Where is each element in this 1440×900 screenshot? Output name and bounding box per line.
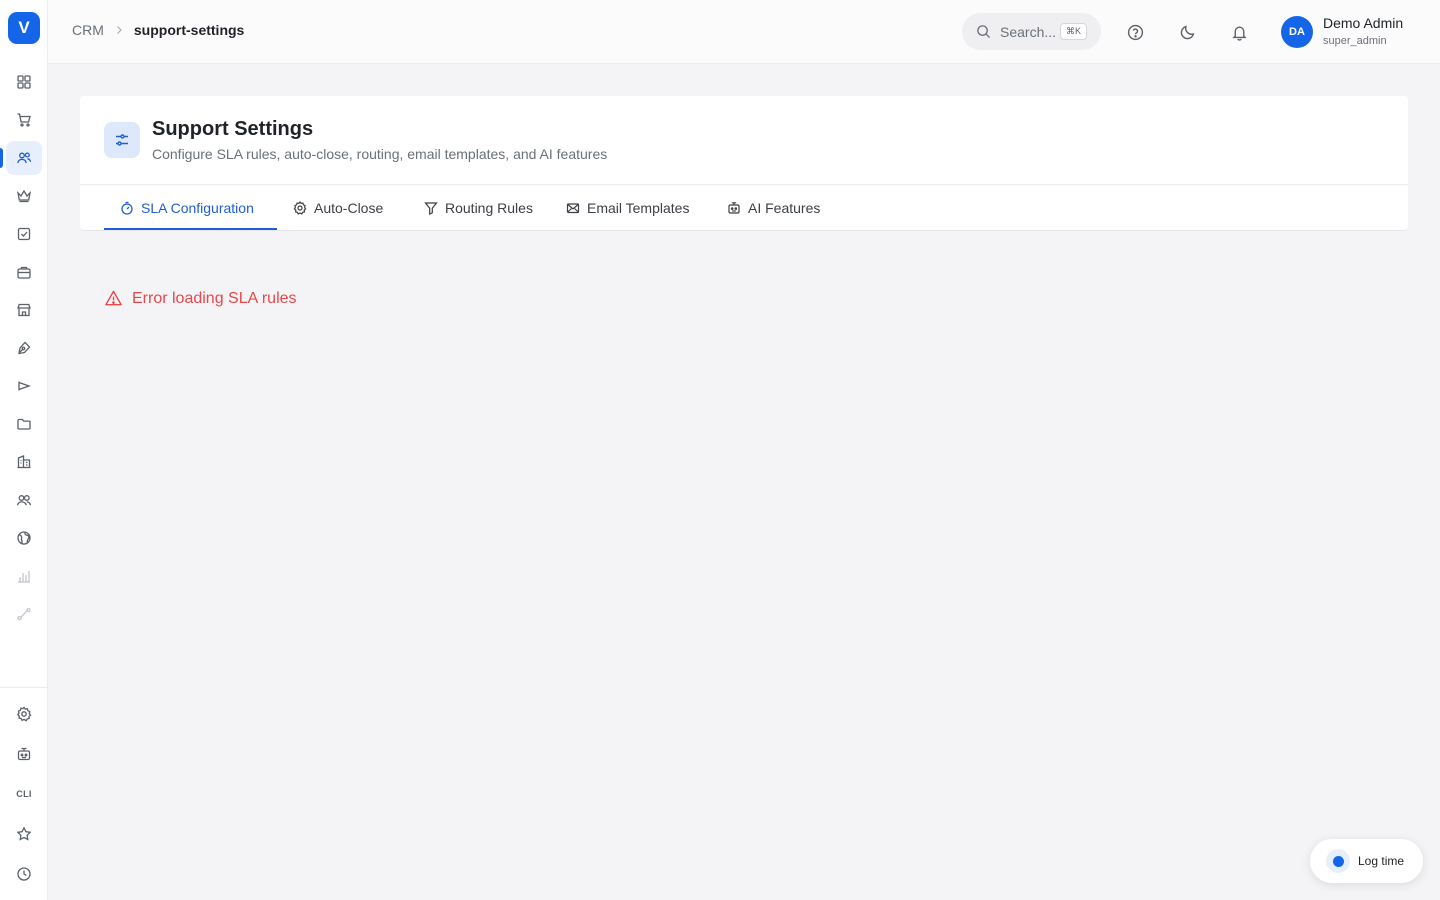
help-button[interactable] bbox=[1123, 20, 1147, 44]
active-indicator bbox=[0, 148, 3, 168]
sidebar-item-workflows[interactable] bbox=[6, 597, 42, 631]
users-icon bbox=[17, 152, 32, 164]
sidebar-item-marketing[interactable] bbox=[6, 369, 42, 403]
sidebar-item-ai-agent[interactable] bbox=[6, 737, 42, 771]
help-icon bbox=[1127, 24, 1143, 40]
bell-icon bbox=[1231, 26, 1247, 41]
top-header: CRM support-settings Search... ⌘K DA Dem… bbox=[48, 0, 1440, 64]
error-text: Error loading SLA rules bbox=[132, 289, 297, 307]
tab-label: Email Templates bbox=[587, 200, 690, 216]
search-icon bbox=[977, 25, 991, 39]
timer-icon bbox=[121, 201, 133, 215]
tab-ai-features[interactable]: AI Features bbox=[711, 185, 836, 231]
route-icon bbox=[17, 607, 31, 621]
notifications-button[interactable] bbox=[1227, 20, 1251, 44]
team-icon bbox=[16, 495, 32, 506]
sidebar-item-cli[interactable]: CLI bbox=[6, 777, 42, 811]
breadcrumb-root[interactable]: CRM bbox=[72, 22, 104, 38]
megaphone-icon bbox=[18, 381, 31, 391]
bot-icon bbox=[17, 747, 31, 761]
error-message: Error loading SLA rules bbox=[104, 289, 297, 308]
pen-tool-icon bbox=[18, 341, 31, 355]
sidebar-item-global[interactable] bbox=[6, 521, 42, 555]
sidebar-item-dashboard[interactable] bbox=[6, 65, 42, 99]
globe-icon bbox=[17, 531, 31, 545]
gear-icon bbox=[293, 201, 307, 215]
sidebar-item-tasks[interactable] bbox=[6, 217, 42, 251]
log-time-label: Log time bbox=[1358, 854, 1405, 868]
sidebar-item-commerce[interactable] bbox=[6, 103, 42, 137]
tab-label: Auto-Close bbox=[314, 200, 384, 216]
sidebar-item-jobs[interactable] bbox=[6, 255, 42, 289]
page-subtitle: Configure SLA rules, auto-close, routing… bbox=[152, 146, 608, 162]
timer-dot-icon bbox=[1326, 849, 1350, 873]
clock-icon bbox=[17, 867, 31, 881]
tab-email-templates[interactable]: Email Templates bbox=[550, 185, 705, 231]
search-placeholder: Search... bbox=[1000, 23, 1057, 40]
search-shortcut: ⌘K bbox=[1059, 23, 1087, 40]
cart-icon bbox=[17, 113, 31, 127]
sidebar-item-organizations[interactable] bbox=[6, 445, 42, 479]
search-input[interactable]: Search... ⌘K bbox=[962, 13, 1101, 50]
cli-label: CLI bbox=[16, 789, 32, 799]
chevron-right-icon bbox=[114, 25, 124, 35]
building-icon bbox=[17, 455, 31, 469]
sidebar-item-settings[interactable] bbox=[6, 697, 42, 731]
sidebar-item-store[interactable] bbox=[6, 293, 42, 327]
sidebar-divider bbox=[0, 687, 48, 688]
avatar[interactable]: DA bbox=[1281, 16, 1313, 48]
sidebar-item-content[interactable] bbox=[6, 331, 42, 365]
sidebar-item-team[interactable] bbox=[6, 483, 42, 517]
sliders-icon bbox=[104, 122, 140, 158]
moon-icon bbox=[1180, 25, 1194, 39]
sidebar-item-files[interactable] bbox=[6, 407, 42, 441]
store-icon bbox=[17, 303, 31, 317]
checkbox-icon bbox=[17, 227, 31, 241]
sidebar-item-history[interactable] bbox=[6, 857, 42, 891]
app-logo[interactable]: V bbox=[8, 12, 40, 44]
tab-label: SLA Configuration bbox=[141, 200, 254, 216]
settings-icon bbox=[16, 706, 32, 722]
tab-label: AI Features bbox=[748, 200, 821, 216]
tab-label: Routing Rules bbox=[445, 200, 533, 216]
alert-triangle-icon bbox=[105, 290, 122, 306]
filter-icon bbox=[424, 202, 438, 215]
folder-icon bbox=[17, 418, 31, 430]
theme-toggle-button[interactable] bbox=[1175, 20, 1199, 44]
settings-card: Support Settings Configure SLA rules, au… bbox=[80, 96, 1408, 231]
user-name[interactable]: Demo Admin bbox=[1323, 15, 1403, 31]
bot-icon bbox=[728, 202, 740, 214]
sidebar-item-favorites[interactable] bbox=[6, 817, 42, 851]
breadcrumb-current: support-settings bbox=[133, 22, 245, 38]
briefcase-icon bbox=[17, 266, 31, 279]
grid-icon bbox=[17, 75, 31, 89]
active-tab-underline bbox=[104, 228, 277, 230]
crown-icon bbox=[16, 189, 32, 203]
user-role: super_admin bbox=[1323, 35, 1387, 47]
sidebar: V CLI bbox=[0, 0, 48, 900]
sidebar-item-analytics[interactable] bbox=[6, 559, 42, 593]
sidebar-item-crm[interactable] bbox=[6, 141, 42, 175]
tab-sla-configuration[interactable]: SLA Configuration bbox=[104, 185, 270, 231]
breadcrumb: CRM support-settings bbox=[72, 22, 244, 38]
tab-routing-rules[interactable]: Routing Rules bbox=[408, 185, 549, 231]
page-title: Support Settings bbox=[152, 118, 314, 140]
sidebar-item-membership[interactable] bbox=[6, 179, 42, 213]
star-icon bbox=[16, 826, 32, 841]
log-time-button[interactable]: Log time bbox=[1310, 839, 1423, 883]
mail-icon bbox=[566, 203, 580, 214]
tab-auto-close[interactable]: Auto-Close bbox=[277, 185, 399, 231]
bar-chart-icon bbox=[18, 571, 30, 583]
